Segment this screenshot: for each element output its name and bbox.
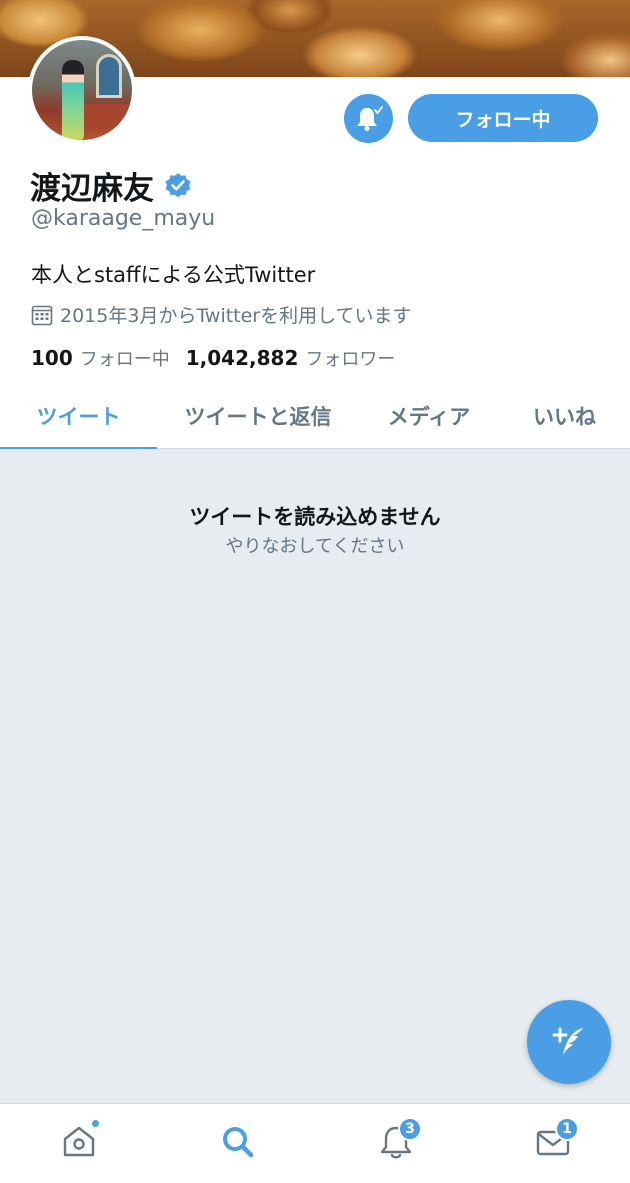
profile-name-row: 渡辺麻友 — [30, 163, 192, 208]
follow-counts: 100 フォロー中 1,042,882 フォロワー — [31, 345, 411, 371]
tab-tweets[interactable]: ツイート — [0, 383, 157, 450]
tweet-feed[interactable]: ツイートを読み込めません やりなおしてください — [0, 449, 630, 1103]
notifications-badge: 3 — [398, 1117, 422, 1141]
avatar-bg-arch — [96, 54, 122, 98]
followers-count[interactable]: 1,042,882 — [186, 346, 299, 370]
compose-tweet-icon — [552, 1027, 583, 1055]
search-icon — [223, 1127, 254, 1158]
feed-error-title: ツイートを読み込めません — [189, 505, 441, 529]
joined-text: 2015年3月からTwitterを利用しています — [60, 305, 412, 327]
following-button[interactable]: フォロー中 — [408, 94, 598, 142]
tab-media[interactable]: メディア — [359, 383, 499, 449]
bell-check-icon — [356, 105, 383, 131]
tab-likes[interactable]: いいね — [499, 383, 630, 449]
joined-date: 2015年3月からTwitterを利用しています — [31, 301, 412, 328]
tab-tweets-and-replies[interactable]: ツイートと返信 — [157, 383, 359, 449]
notification-bell-button[interactable] — [344, 94, 393, 143]
calendar-icon — [31, 305, 53, 325]
following-label[interactable]: フォロー中 — [80, 345, 170, 371]
followers-label[interactable]: フォロワー — [305, 345, 395, 371]
profile-tabs: ツイート ツイートと返信 メディア いいね — [0, 383, 630, 450]
feed-error-subtitle: やりなおしてください — [225, 536, 405, 557]
tabbar-notifications[interactable]: 3 — [376, 1117, 422, 1162]
following-count[interactable]: 100 — [31, 346, 73, 370]
tabbar-messages[interactable]: 1 — [533, 1117, 579, 1162]
bottom-tab-bar: 3 1 — [0, 1103, 630, 1183]
profile-bio: 本人とstaffによる公式Twitter — [31, 263, 316, 287]
tabbar-search[interactable] — [218, 1122, 258, 1162]
compose-tweet-button[interactable] — [527, 1000, 611, 1084]
avatar-bg-sofa — [77, 104, 132, 130]
avatar-figure — [62, 60, 84, 140]
profile-avatar[interactable] — [28, 36, 136, 144]
verified-badge-icon — [165, 172, 191, 197]
messages-badge: 1 — [555, 1117, 579, 1141]
display-name: 渡辺麻友 — [30, 171, 154, 207]
tabbar-home[interactable] — [59, 1118, 101, 1162]
profile-handle: @karaage_mayu — [31, 206, 216, 231]
home-notification-dot — [90, 1118, 101, 1129]
